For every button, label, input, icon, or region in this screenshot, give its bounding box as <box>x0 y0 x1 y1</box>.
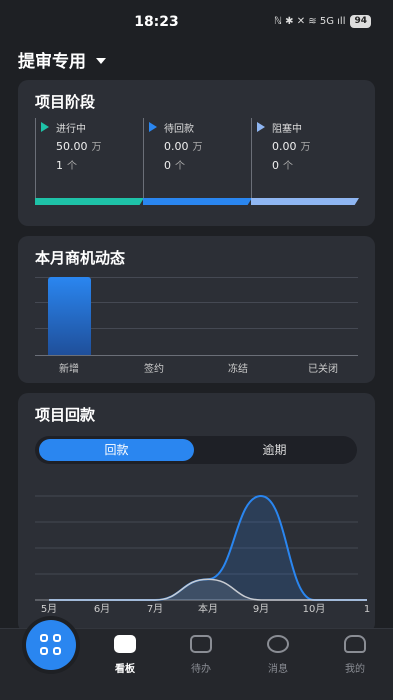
tab-profile[interactable]: 我的 <box>325 635 385 675</box>
tab-dashboard[interactable]: 看板 <box>95 635 155 675</box>
stage-count: 0个 <box>272 159 293 172</box>
play-icon <box>149 122 157 132</box>
user-icon <box>344 635 366 653</box>
tab-label: 我的 <box>345 664 365 675</box>
stage-progress-bar <box>251 198 359 205</box>
play-icon <box>257 122 265 132</box>
stage-in-progress[interactable]: 进行中 50.00 万 1个 <box>35 118 143 204</box>
tab-todo[interactable]: 待办 <box>171 635 231 675</box>
stage-label: 阻塞中 <box>272 124 302 135</box>
status-icons-text: ℕ ✱ ✕ ≋ 5G ıll <box>273 16 346 27</box>
grid-square <box>53 634 61 642</box>
project-stages-title: 项目阶段 <box>35 93 96 111</box>
battery-icon: 94 <box>350 15 371 28</box>
payment-card: 项目回款 回款 逾期 5月 6月 7月 本月 9月 10月 1 <box>18 393 375 633</box>
x-tick-label: 冻结 <box>228 364 248 375</box>
x-tick-label: 5月 <box>41 603 57 615</box>
stage-progress-bar <box>143 198 252 205</box>
chat-bubble-icon <box>267 635 289 653</box>
stage-progress-bar <box>35 198 144 205</box>
bar-新增 <box>48 277 91 355</box>
status-time: 18:23 <box>134 14 179 30</box>
apps-grid-button[interactable] <box>26 620 76 670</box>
x-tick-label: 已关闭 <box>308 364 338 375</box>
stage-count: 0个 <box>164 159 185 172</box>
grid-square <box>40 634 48 642</box>
play-icon <box>41 122 49 132</box>
project-stages-card: 项目阶段 进行中 50.00 万 1个 待回款 0.00 万 0个 阻塞中 0.00… <box>18 80 375 226</box>
x-tick-label: 1 <box>364 604 370 615</box>
stage-amount: 0.00 万 <box>164 140 203 153</box>
grid-square <box>53 647 61 655</box>
opportunity-title: 本月商机动态 <box>35 249 126 267</box>
tab-label: 看板 <box>115 664 135 675</box>
x-tick-label: 9月 <box>253 603 269 615</box>
tab-label: 待办 <box>191 664 211 675</box>
stage-label: 进行中 <box>56 124 86 135</box>
todo-list-icon <box>190 635 212 653</box>
stage-amount: 0.00 万 <box>272 140 311 153</box>
workspace-selector[interactable]: 提审专用 <box>18 47 106 72</box>
stage-label: 待回款 <box>164 124 194 135</box>
status-bar: 18:23 ℕ ✱ ✕ ≋ 5G ıll 94 <box>0 0 393 40</box>
x-tick-label: 签约 <box>144 364 164 375</box>
x-tick-label: 新增 <box>59 364 79 375</box>
grid-square <box>40 647 48 655</box>
x-tick-label: 本月 <box>198 602 218 615</box>
workspace-title: 提审专用 <box>18 52 86 72</box>
x-tick-label: 10月 <box>303 603 326 615</box>
series-area-1 <box>49 579 367 600</box>
x-tick-label: 7月 <box>147 603 163 615</box>
stage-count: 1个 <box>56 159 77 172</box>
status-icons: ℕ ✱ ✕ ≋ 5G ıll 94 <box>274 15 371 28</box>
axis-line <box>35 355 358 356</box>
tab-label: 消息 <box>268 664 288 675</box>
stage-pending-payment[interactable]: 待回款 0.00 万 0个 <box>143 118 251 204</box>
payment-area-chart: 5月 6月 7月 本月 9月 10月 1 <box>35 494 370 615</box>
stage-blocked[interactable]: 阻塞中 0.00 万 0个 <box>251 118 359 204</box>
x-tick-label: 6月 <box>94 603 110 615</box>
trend-chart-icon <box>114 635 136 653</box>
tab-messages[interactable]: 消息 <box>248 635 308 675</box>
caret-down-icon <box>96 57 106 64</box>
stage-amount: 50.00 万 <box>56 140 102 153</box>
opportunity-card: 本月商机动态 新增 签约 冻结 已关闭 <box>18 236 375 383</box>
